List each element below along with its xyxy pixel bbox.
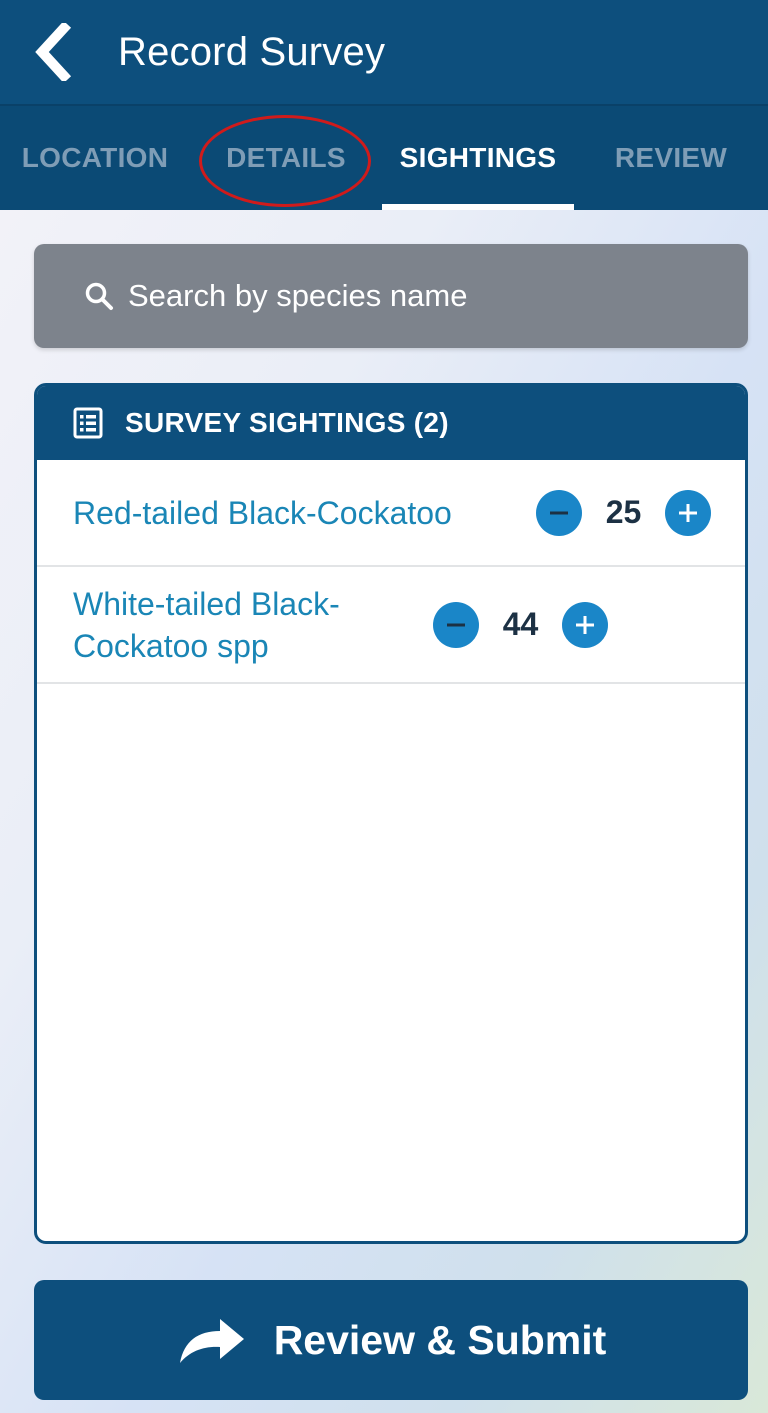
search-icon bbox=[85, 282, 113, 310]
list-item: Red-tailed Black-Cockatoo 25 bbox=[37, 460, 745, 567]
count-stepper: 44 bbox=[433, 601, 608, 648]
count-value: 25 bbox=[605, 494, 642, 530]
plus-icon bbox=[679, 503, 697, 522]
app-bar: Record Survey bbox=[0, 0, 768, 104]
review-submit-button[interactable]: Review & Submit bbox=[34, 1280, 748, 1400]
search-bar[interactable] bbox=[34, 244, 748, 348]
annotation-circle bbox=[199, 115, 371, 207]
page-title: Record Survey bbox=[118, 29, 386, 74]
tab-bar: LOCATION DETAILS SIGHTINGS REVIEW bbox=[0, 104, 768, 210]
species-name[interactable]: White-tailed Black-Cockatoo spp bbox=[73, 583, 433, 667]
decrement-button[interactable] bbox=[536, 489, 582, 536]
minus-icon bbox=[550, 511, 568, 514]
submit-label: Review & Submit bbox=[273, 1316, 607, 1363]
share-arrow-icon bbox=[179, 1319, 244, 1363]
increment-button[interactable] bbox=[562, 601, 608, 648]
sightings-panel: SURVEY SIGHTINGS (2) Red-tailed Black-Co… bbox=[34, 383, 748, 1244]
sightings-title: SURVEY SIGHTINGS (2) bbox=[125, 407, 449, 438]
count-stepper: 25 bbox=[536, 489, 711, 536]
increment-button[interactable] bbox=[665, 489, 711, 536]
count-value: 44 bbox=[502, 606, 539, 642]
plus-icon bbox=[576, 615, 594, 634]
tab-review[interactable]: REVIEW bbox=[574, 106, 768, 210]
search-input[interactable] bbox=[128, 278, 748, 314]
chevron-left-icon bbox=[35, 23, 72, 81]
tab-location[interactable]: LOCATION bbox=[0, 106, 190, 210]
list-icon bbox=[73, 407, 103, 439]
search-icon-wrap bbox=[34, 281, 128, 311]
species-name[interactable]: Red-tailed Black-Cockatoo bbox=[73, 492, 536, 534]
back-button[interactable] bbox=[8, 0, 98, 104]
list-item: White-tailed Black-Cockatoo spp 44 bbox=[37, 567, 745, 684]
minus-icon bbox=[447, 623, 465, 626]
sightings-header: SURVEY SIGHTINGS (2) bbox=[37, 386, 745, 460]
tab-sightings[interactable]: SIGHTINGS bbox=[382, 106, 574, 210]
decrement-button[interactable] bbox=[433, 601, 479, 648]
